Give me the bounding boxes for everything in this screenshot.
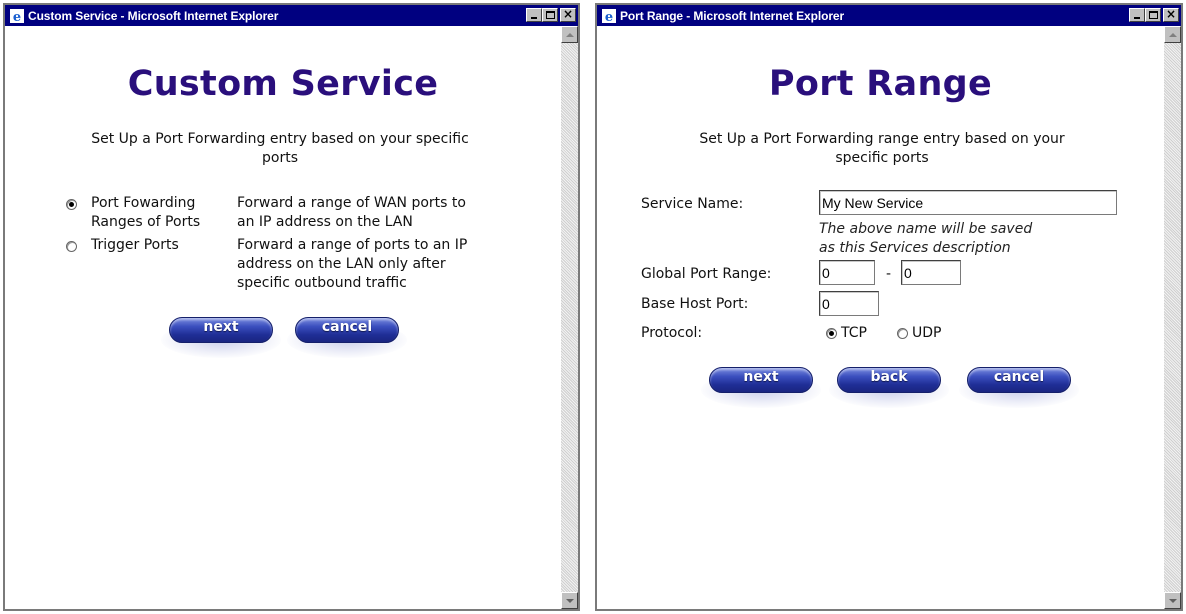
next-button-label: next (203, 319, 239, 335)
scroll-down-button[interactable] (561, 592, 578, 609)
service-name-input[interactable] (819, 190, 1117, 215)
minimize-button[interactable] (526, 8, 542, 22)
option-desc-line: Forward a range of ports to an IP (237, 237, 468, 253)
protocol-label: Protocol: (641, 325, 703, 341)
option-desc-line: Forward a range of WAN ports to (237, 195, 466, 211)
intro-line-2: ports (262, 150, 298, 166)
port-forwarding-label: Port Fowarding Ranges of Ports (91, 194, 200, 232)
option-desc-line: address on the LAN only after (237, 256, 446, 272)
service-name-note: The above name will be saved as this Ser… (819, 220, 1032, 258)
arrow-up-icon (566, 33, 574, 37)
scroll-up-button[interactable] (1164, 26, 1181, 43)
tcp-label: TCP (841, 325, 867, 341)
udp-radio[interactable] (897, 327, 908, 339)
custom-service-window: e Custom Service - Microsoft Internet Ex… (3, 3, 580, 611)
intro-line-1: Set Up a Port Forwarding entry based on … (91, 131, 469, 147)
global-port-range-label: Global Port Range: (641, 266, 772, 282)
base-host-port-label: Base Host Port: (641, 296, 749, 312)
cancel-button[interactable]: cancel (959, 364, 1079, 408)
arrow-down-icon (1169, 599, 1177, 603)
scroll-up-button[interactable] (561, 26, 578, 43)
close-button[interactable]: × (560, 7, 576, 22)
vertical-scrollbar[interactable] (561, 26, 578, 609)
global-port-start-input[interactable] (819, 260, 875, 285)
udp-label: UDP (912, 325, 942, 341)
range-separator: - (886, 266, 892, 282)
minimize-icon (531, 17, 537, 19)
svg-text:e: e (13, 10, 21, 24)
maximize-button[interactable] (542, 8, 558, 22)
page-content: Port Range Set Up a Port Forwarding rang… (597, 26, 1164, 609)
intro-line-1: Set Up a Port Forwarding range entry bas… (699, 131, 1065, 147)
option-label-line: Ranges of Ports (91, 214, 201, 230)
title-bar[interactable]: e Custom Service - Microsoft Internet Ex… (5, 5, 578, 26)
option-label-line: Port Fowarding (91, 195, 196, 211)
option-desc-line: specific outbound traffic (237, 275, 407, 291)
minimize-button[interactable] (1129, 8, 1145, 22)
trigger-ports-description: Forward a range of ports to an IP addres… (237, 236, 467, 293)
port-forwarding-description: Forward a range of WAN ports to an IP ad… (237, 194, 466, 232)
page-title: Custom Service (127, 64, 439, 104)
arrow-down-icon (566, 599, 574, 603)
service-name-label: Service Name: (641, 196, 744, 212)
minimize-icon (1134, 17, 1140, 19)
intro-text: Set Up a Port Forwarding entry based on … (15, 130, 545, 168)
trigger-ports-radio[interactable] (66, 241, 77, 252)
trigger-ports-label: Trigger Ports (91, 236, 179, 255)
maximize-icon (546, 11, 555, 19)
scroll-down-button[interactable] (1164, 592, 1181, 609)
tcp-radio[interactable] (826, 327, 837, 339)
vertical-scrollbar[interactable] (1164, 26, 1181, 609)
next-button-label: next (743, 369, 779, 385)
option-desc-line: an IP address on the LAN (237, 214, 413, 230)
intro-text: Set Up a Port Forwarding range entry bas… (617, 130, 1147, 168)
internet-explorer-icon: e (601, 8, 617, 24)
option-label-line: Trigger Ports (91, 237, 179, 253)
page-content: Custom Service Set Up a Port Forwarding … (5, 26, 561, 609)
cancel-button[interactable]: cancel (287, 314, 407, 358)
port-forwarding-radio[interactable] (66, 199, 77, 210)
base-host-port-input[interactable] (819, 291, 879, 316)
port-range-window: e Port Range - Microsoft Internet Explor… (595, 3, 1183, 611)
next-button[interactable]: next (161, 314, 281, 358)
close-icon: × (562, 7, 574, 21)
note-line-2: as this Services description (819, 240, 1011, 256)
close-button[interactable]: × (1163, 7, 1179, 22)
page-title: Port Range (768, 64, 993, 104)
cancel-button-label: cancel (321, 319, 373, 335)
maximize-icon (1149, 11, 1158, 19)
window-title: Port Range - Microsoft Internet Explorer (620, 8, 845, 23)
internet-explorer-icon: e (9, 8, 25, 24)
protocol-tcp-option[interactable]: TCP (826, 325, 867, 341)
cancel-button-label: cancel (993, 369, 1045, 385)
next-button[interactable]: next (701, 364, 821, 408)
note-line-1: The above name will be saved (819, 221, 1033, 237)
arrow-up-icon (1169, 33, 1177, 37)
back-button[interactable]: back (829, 364, 949, 408)
intro-line-2: specific ports (835, 150, 929, 166)
back-button-label: back (870, 369, 908, 385)
global-port-end-input[interactable] (901, 260, 961, 285)
maximize-button[interactable] (1145, 8, 1161, 22)
close-icon: × (1165, 7, 1177, 21)
svg-text:e: e (605, 10, 613, 24)
title-bar[interactable]: e Port Range - Microsoft Internet Explor… (597, 5, 1181, 26)
window-title: Custom Service - Microsoft Internet Expl… (28, 8, 279, 23)
protocol-udp-option[interactable]: UDP (897, 325, 941, 341)
